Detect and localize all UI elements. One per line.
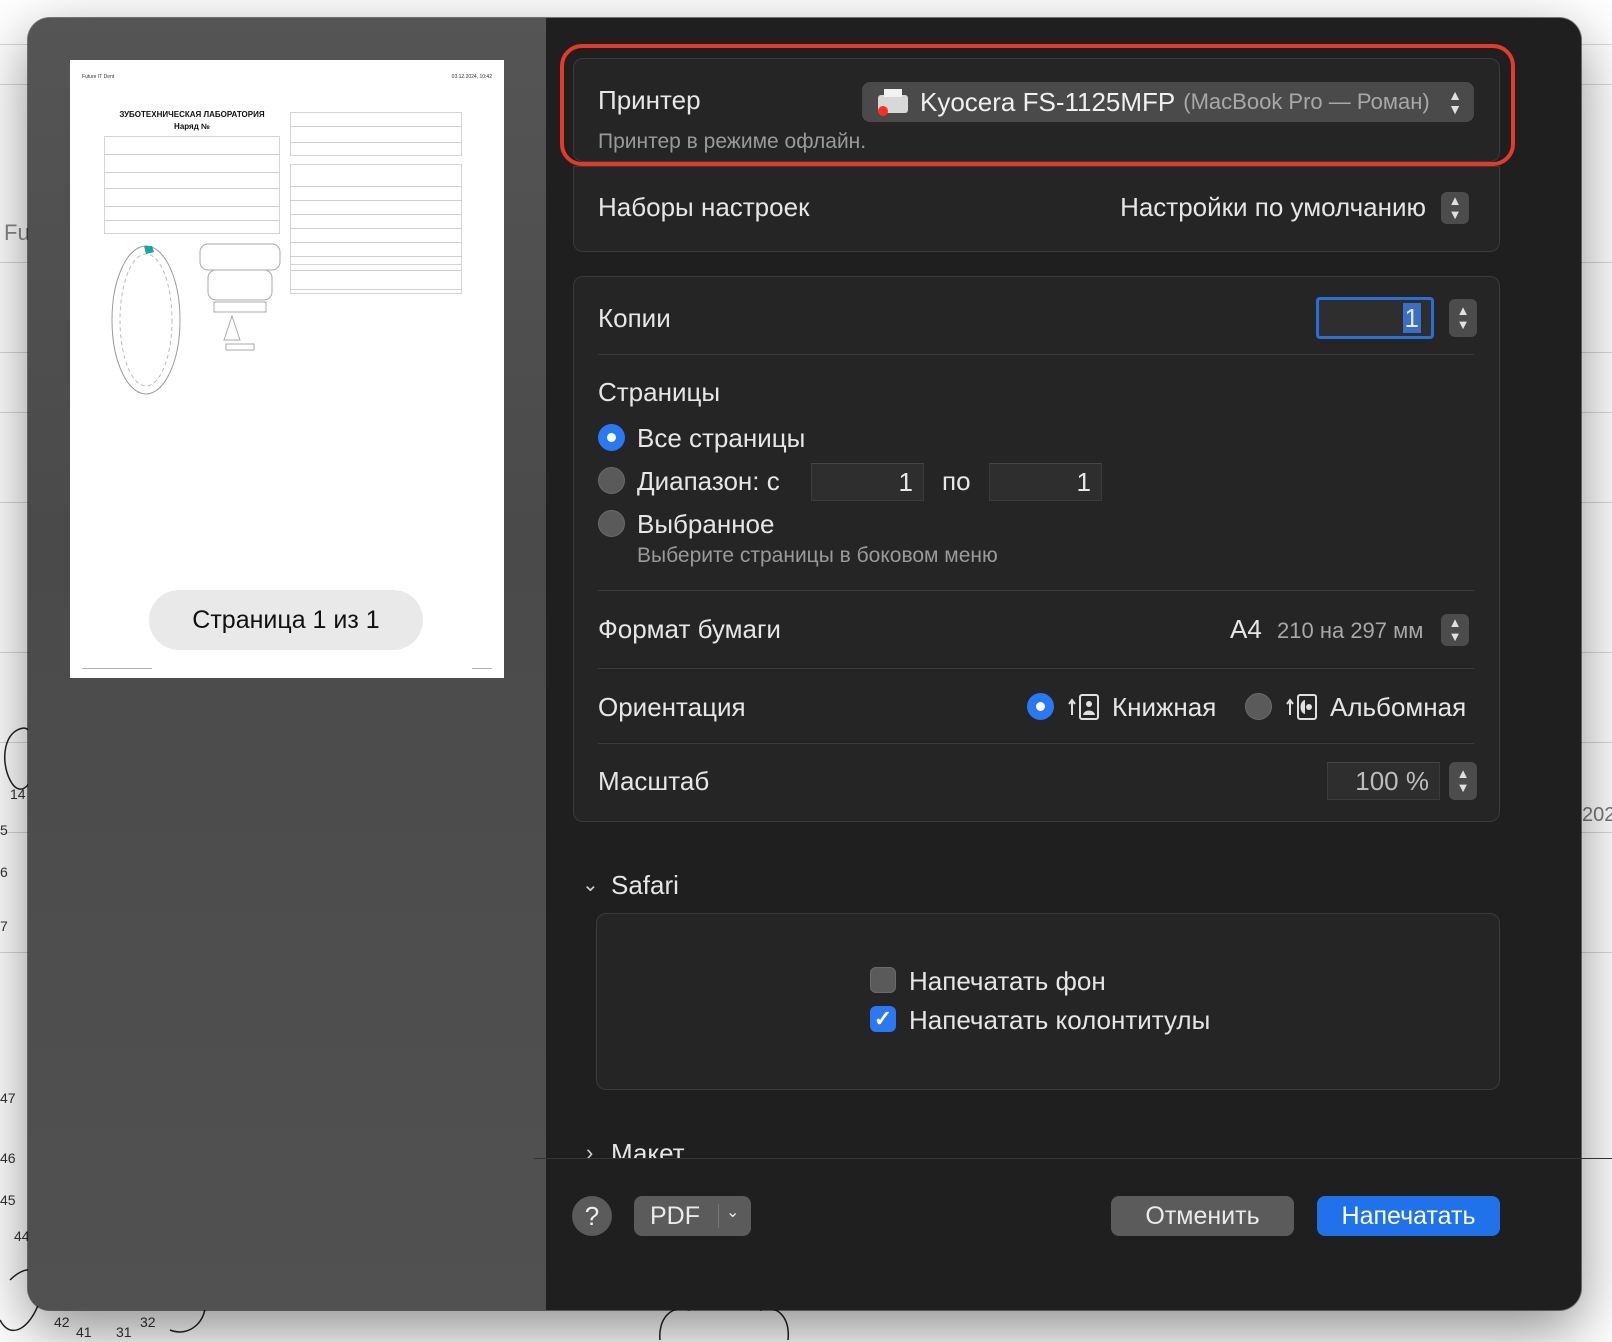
- orientation-portrait-label[interactable]: Книжная: [1112, 692, 1216, 723]
- scale-label: Масштаб: [598, 766, 710, 796]
- print-background-label[interactable]: Напечатать фон: [909, 966, 1106, 997]
- preview-table-line: [290, 256, 462, 257]
- preview-table-line: [290, 214, 462, 215]
- presets-label: Наборы настроек: [598, 192, 810, 222]
- footer-divider: [534, 1158, 1612, 1159]
- preview-table-line: [104, 154, 280, 155]
- pages-range-radio[interactable]: [598, 467, 625, 494]
- preview-header-left: Future IT Dent: [82, 74, 115, 80]
- preview-table-line: [104, 188, 280, 189]
- print-headers-checkbox[interactable]: ✓: [870, 1006, 896, 1032]
- preview-footer-right: ————: [472, 666, 492, 672]
- preview-table-line: [104, 220, 280, 221]
- preview-table-line: [290, 200, 462, 201]
- paper-label: Формат бумаги: [598, 614, 781, 644]
- orientation-label: Ориентация: [598, 692, 746, 722]
- dental-chart-icon: [111, 243, 281, 395]
- pages-selection-radio[interactable]: [598, 510, 625, 537]
- bg-fragment: 5: [0, 822, 8, 838]
- orientation-landscape-radio[interactable]: [1245, 693, 1272, 720]
- preview-footer-left: ——————————————: [82, 666, 152, 672]
- pages-label: Страницы: [598, 377, 721, 407]
- portrait-icon: [1068, 694, 1099, 720]
- preview-comment-table: [290, 264, 462, 290]
- pages-all-radio[interactable]: [598, 424, 625, 451]
- preview-table-line: [290, 228, 462, 229]
- layout-section-clip: › Макет: [574, 1130, 1174, 1158]
- bg-fragment: Fu: [4, 220, 30, 245]
- divider: [598, 668, 1474, 669]
- safari-options-box: [596, 913, 1500, 1090]
- print-headers-label[interactable]: Напечатать колонтитулы: [909, 1005, 1210, 1036]
- bg-fragment: 47: [0, 1090, 16, 1106]
- scale-stepper[interactable]: ▲ ▼: [1449, 762, 1477, 800]
- chevron-down-icon: ⌄: [726, 1204, 740, 1221]
- preview-lab-table: [290, 112, 462, 156]
- chevron-right-icon[interactable]: ›: [586, 1140, 593, 1158]
- bg-fragment: 7: [0, 918, 8, 934]
- copies-input[interactable]: 1: [1316, 297, 1434, 339]
- pages-selection-hint: Выберите страницы в боковом меню: [637, 544, 998, 567]
- pages-range-label[interactable]: Диапазон: с: [637, 466, 780, 497]
- print-background-checkbox[interactable]: [870, 967, 896, 993]
- bg-fragment: 45: [0, 1192, 16, 1208]
- print-button[interactable]: Напечатать: [1317, 1196, 1500, 1236]
- paper-chevron-icon[interactable]: ▲ ▼: [1441, 614, 1469, 646]
- scale-input[interactable]: 100 %: [1327, 762, 1440, 800]
- page-preview[interactable]: Future IT Dent 03.12.2024, 10:42 ЗУБОТЕХ…: [70, 60, 504, 678]
- preview-table-line: [104, 172, 280, 173]
- copies-value: 1: [1402, 303, 1421, 333]
- preview-table-line: [290, 126, 462, 127]
- pages-all-label[interactable]: Все страницы: [637, 423, 805, 454]
- pages-selection-label[interactable]: Выбранное: [637, 509, 774, 540]
- preview-header-right: 03.12.2024, 10:42: [451, 74, 492, 80]
- copies-stepper[interactable]: ▲ ▼: [1449, 299, 1477, 337]
- landscape-icon: [1286, 694, 1317, 720]
- chevron-down-icon[interactable]: ⌄: [582, 872, 599, 897]
- preview-pane: Future IT Dent 03.12.2024, 10:42 ЗУБОТЕХ…: [28, 18, 546, 1310]
- presets-value[interactable]: Настройки по умолчанию: [1120, 192, 1426, 223]
- preview-title: ЗУБОТЕХНИЧЕСКАЯ ЛАБОРАТОРИЯ: [119, 110, 265, 119]
- preview-table-line: [290, 186, 462, 187]
- copies-label: Копии: [598, 303, 671, 333]
- cancel-button[interactable]: Отменить: [1111, 1196, 1294, 1236]
- range-to-label: по: [942, 466, 971, 496]
- preview-table-line: [290, 242, 462, 243]
- orientation-landscape-label[interactable]: Альбомная: [1330, 692, 1466, 723]
- preview-table-line: [290, 142, 462, 143]
- page-indicator: Страница 1 из 1: [149, 590, 423, 650]
- annotation-highlight: [560, 44, 1515, 166]
- bg-fragment: 46: [0, 1150, 16, 1166]
- pdf-separator: [718, 1204, 719, 1228]
- pdf-label: PDF: [650, 1201, 700, 1230]
- preview-table-line: [104, 206, 280, 207]
- range-to-input[interactable]: 1: [989, 463, 1102, 501]
- bg-fragment: 6: [0, 864, 8, 880]
- paper-dims[interactable]: 210 на 297 мм: [1277, 618, 1423, 644]
- divider: [598, 354, 1474, 355]
- help-button[interactable]: ?: [572, 1196, 612, 1236]
- safari-section-toggle[interactable]: Safari: [611, 870, 679, 901]
- layout-section-toggle[interactable]: Макет: [611, 1138, 685, 1158]
- divider: [598, 743, 1474, 744]
- preview-subtitle: Наряд №: [174, 122, 210, 131]
- pdf-menu-button[interactable]: PDF ⌄: [634, 1196, 751, 1236]
- presets-chevron-icon[interactable]: ▲ ▼: [1441, 192, 1469, 224]
- range-from-input[interactable]: 1: [811, 463, 924, 501]
- bg-fragment: 202: [1582, 804, 1612, 826]
- paper-size[interactable]: A4: [1230, 614, 1262, 645]
- orientation-portrait-radio[interactable]: [1027, 693, 1054, 720]
- divider: [598, 590, 1474, 591]
